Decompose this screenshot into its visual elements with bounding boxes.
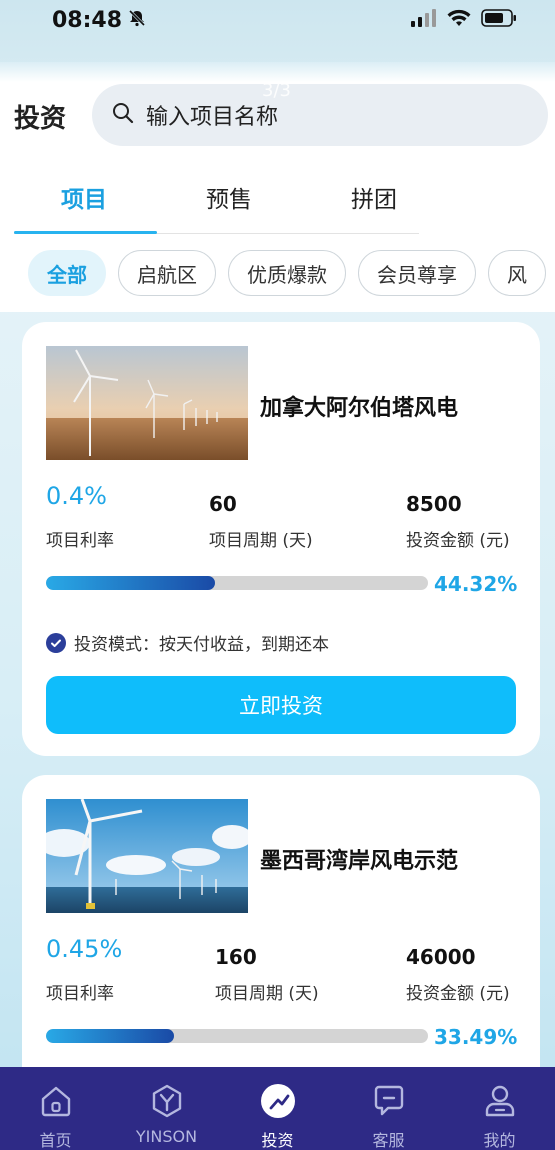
chat-icon <box>371 1083 407 1123</box>
nav-label: 投资 <box>261 1131 294 1150</box>
nav-profile[interactable]: 我的 <box>450 1083 550 1150</box>
tab-group-buy[interactable]: 拼团 <box>351 180 397 214</box>
signal-icon <box>411 9 437 31</box>
nav-support[interactable]: 客服 <box>339 1083 439 1150</box>
project-card[interactable]: 加拿大阿尔伯塔风电 0.4% 项目利率 60 项目周期 (天) 8500 投资金… <box>22 322 540 756</box>
check-circle-icon <box>46 632 66 653</box>
chip-hot-picks[interactable]: 优质爆款 <box>228 250 346 296</box>
nav-label: 客服 <box>372 1131 405 1150</box>
yinson-logo-icon <box>149 1083 185 1123</box>
nav-label: 首页 <box>39 1131 72 1150</box>
nav-invest[interactable]: 投资 <box>228 1083 328 1150</box>
status-bar: 08:48 <box>0 0 555 40</box>
project-period: 60 <box>209 492 237 516</box>
tab-bar: 项目 预售 拼团 <box>14 170 419 234</box>
search-placeholder: 输入项目名称 <box>146 105 279 130</box>
status-time-text: 08:48 <box>52 7 123 33</box>
investment-mode: 投资模式：按天付收益，到期还本 <box>46 630 329 655</box>
project-amount-label: 投资金额 (元) <box>406 984 510 1004</box>
progress-bar <box>46 1029 428 1043</box>
chip-more[interactable]: 风 <box>488 250 546 296</box>
tab-project[interactable]: 项目 <box>61 180 107 214</box>
nav-home[interactable]: 首页 <box>6 1083 106 1150</box>
search-input[interactable]: 输入项目名称 <box>92 84 548 146</box>
chip-launch-zone[interactable]: 启航区 <box>118 250 216 296</box>
progress-percent: 44.32% <box>434 572 518 596</box>
close-icon[interactable]: ✕ <box>20 84 38 109</box>
tab-presale[interactable]: 预售 <box>206 180 252 214</box>
bottom-nav: 首页 YINSON 投资 客服 我的 <box>0 1067 555 1150</box>
image-counter: 3/3 <box>262 80 291 101</box>
project-rate-label: 项目利率 <box>46 531 114 551</box>
battery-icon <box>481 9 517 31</box>
status-time: 08:48 <box>52 8 146 33</box>
project-rate-label: 项目利率 <box>46 984 114 1004</box>
project-title: 加拿大阿尔伯塔风电 <box>260 396 459 421</box>
progress-fill <box>46 1029 174 1043</box>
project-amount: 46000 <box>406 945 476 969</box>
project-period-label: 项目周期 (天) <box>215 984 319 1004</box>
nav-label: 我的 <box>483 1131 516 1150</box>
progress-fill <box>46 576 216 590</box>
investment-mode-text: 投资模式：按天付收益，到期还本 <box>74 635 329 655</box>
bell-muted-icon <box>128 8 146 33</box>
search-icon <box>112 102 134 128</box>
project-card[interactable]: 墨西哥湾岸风电示范 0.45% 项目利率 160 项目周期 (天) 46000 … <box>22 775 540 1095</box>
home-icon <box>38 1083 74 1123</box>
tab-underline <box>14 231 157 234</box>
filter-chips: 全部 启航区 优质爆款 会员尊享风 <box>28 250 555 296</box>
project-rate: 0.4% <box>46 482 107 510</box>
progress-bar <box>46 576 428 590</box>
user-icon <box>482 1083 518 1123</box>
invest-icon <box>260 1083 296 1123</box>
project-amount: 8500 <box>406 492 462 516</box>
chip-all[interactable]: 全部 <box>28 250 106 296</box>
project-image <box>46 799 248 913</box>
project-amount-label: 投资金额 (元) <box>406 531 510 551</box>
wifi-icon <box>447 9 471 31</box>
nav-label: YINSON <box>135 1127 198 1146</box>
project-title: 墨西哥湾岸风电示范 <box>260 849 459 874</box>
nav-yinson[interactable]: YINSON <box>117 1083 217 1146</box>
project-period-label: 项目周期 (天) <box>209 531 313 551</box>
invest-now-button[interactable]: 立即投资 <box>46 676 516 734</box>
project-rate: 0.45% <box>46 935 123 963</box>
progress-percent: 33.49% <box>434 1025 518 1049</box>
chip-member[interactable]: 会员尊享 <box>358 250 476 296</box>
project-image <box>46 346 248 460</box>
project-period: 160 <box>215 945 257 969</box>
